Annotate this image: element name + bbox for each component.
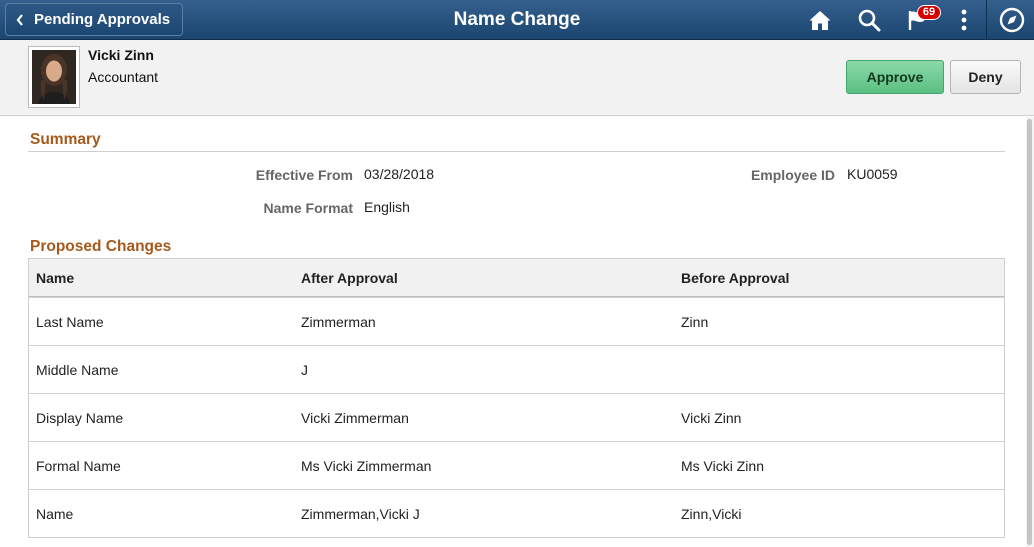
more-options-icon[interactable] [955,7,973,33]
scrollbar-thumb[interactable] [1027,119,1032,545]
after-approval-cell: Vicki Zimmerman [301,409,409,426]
name-field-cell: Name [36,505,74,522]
table-row: Last Name Zimmerman Zinn [29,297,1004,345]
after-approval-cell: Ms Vicki Zimmerman [301,457,432,474]
employee-name: Vicki Zinn [88,47,154,63]
effective-from-value: 03/28/2018 [364,166,435,182]
column-header-name: Name [36,269,75,286]
proposed-changes-table: Name After Approval Before Approval Last… [28,258,1005,538]
name-field-cell: Middle Name [36,361,119,378]
employee-id-label: Employee ID [750,167,835,183]
top-navigation-bar: Pending Approvals Name Change 69 [0,0,1034,40]
table-header-row: Name After Approval Before Approval [29,259,1004,297]
back-button-label: Pending Approvals [34,11,171,28]
name-format-label: Name Format [263,200,353,216]
name-format-value: English [364,199,410,215]
summary-section-title: Summary [30,131,101,148]
chevron-left-icon [16,13,24,26]
summary-divider [28,151,1005,152]
employee-header: Vicki Zinn Accountant Approve Deny [0,40,1034,116]
deny-button[interactable]: Deny [950,60,1021,94]
after-approval-cell: Zimmerman,Vicki J [301,505,420,522]
notification-count-badge: 69 [917,5,941,20]
table-row: Formal Name Ms Vicki Zimmerman Ms Vicki … [29,441,1004,489]
employee-photo [28,46,80,108]
search-icon[interactable] [855,7,883,33]
table-row: Middle Name J [29,345,1004,393]
before-approval-cell: Zinn [681,313,709,330]
effective-from-label: Effective From [255,167,353,183]
table-row: Name Zimmerman,Vicki J Zinn,Vicki [29,489,1004,537]
employee-id-value: KU0059 [847,166,898,182]
pending-approvals-back-button[interactable]: Pending Approvals [5,3,183,36]
approve-button[interactable]: Approve [846,60,944,94]
vertical-scrollbar[interactable] [1026,117,1034,547]
before-approval-cell: Vicki Zinn [681,409,742,426]
before-approval-cell: Zinn,Vicki [681,505,742,522]
name-field-cell: Last Name [36,313,104,330]
notifications-flag-button[interactable]: 69 [903,5,941,33]
column-header-after-approval: After Approval [301,269,398,286]
column-header-before-approval: Before Approval [681,269,790,286]
after-approval-cell: Zimmerman [301,313,376,330]
proposed-changes-section-title: Proposed Changes [30,238,172,255]
table-row: Display Name Vicki Zimmerman Vicki Zinn [29,393,1004,441]
navbar-compass-icon[interactable] [998,7,1026,33]
employee-job-title: Accountant [88,69,159,85]
after-approval-cell: J [301,361,308,378]
header-divider [986,0,987,40]
name-field-cell: Display Name [36,409,124,426]
home-icon[interactable] [806,7,834,33]
before-approval-cell: Ms Vicki Zinn [681,457,764,474]
name-field-cell: Formal Name [36,457,121,474]
